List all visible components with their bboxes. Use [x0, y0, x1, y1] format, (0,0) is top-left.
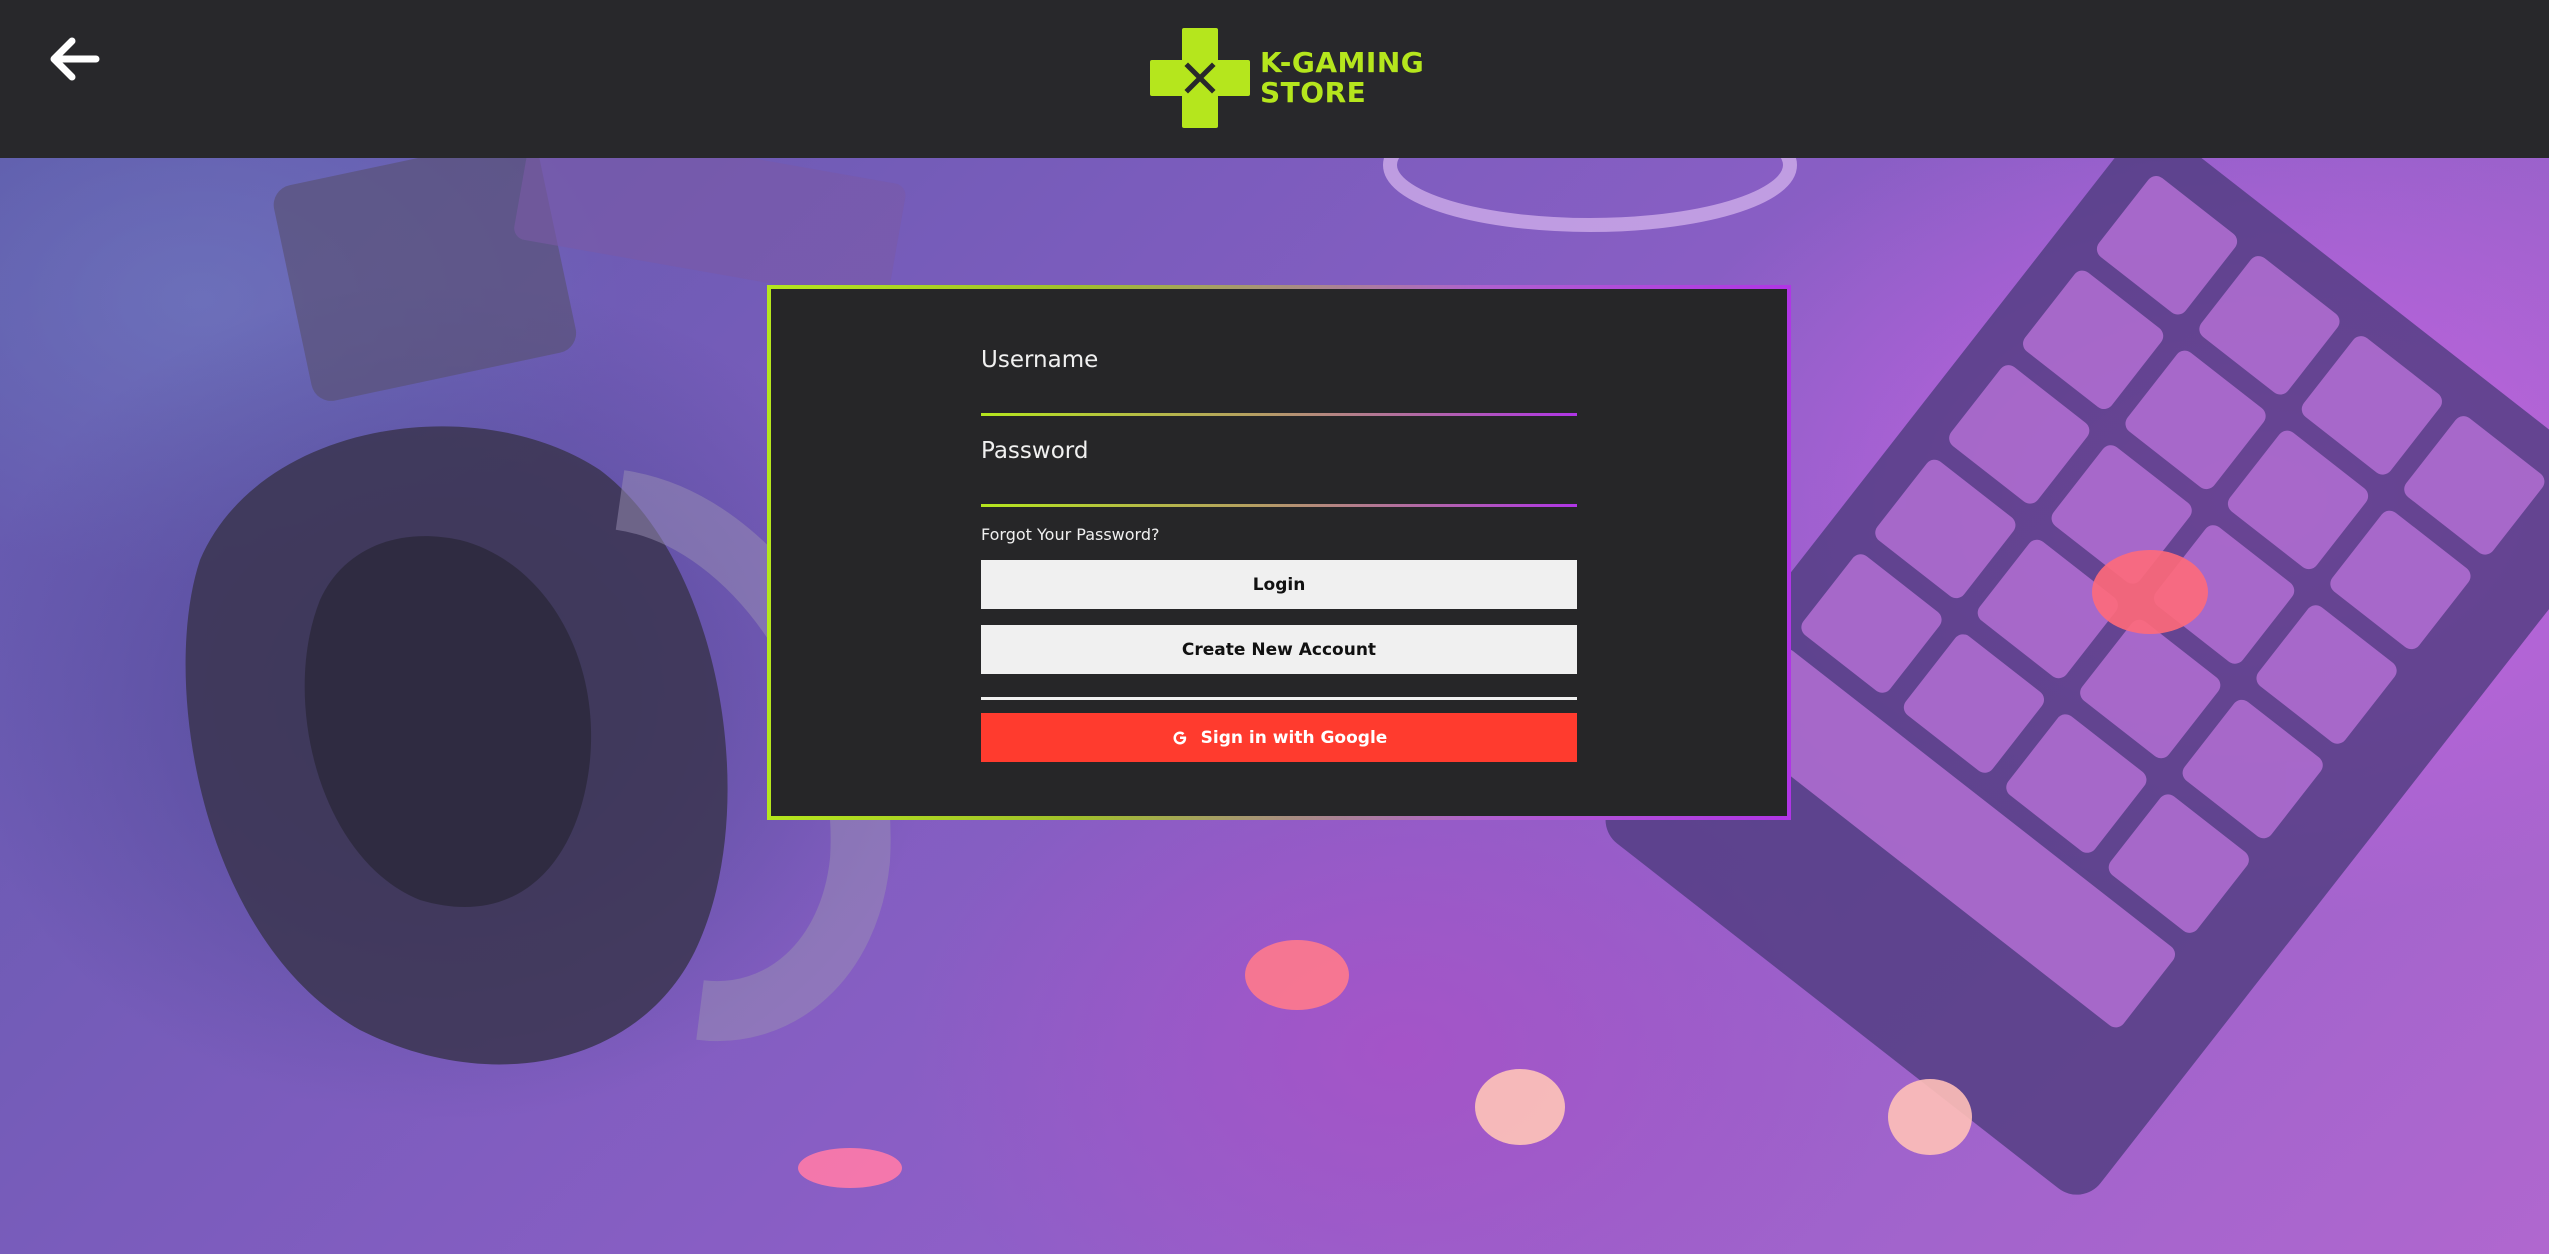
- username-input[interactable]: [981, 374, 1577, 408]
- logo-text: K-GAMING STORE: [1260, 48, 1424, 108]
- form-divider: [981, 697, 1577, 700]
- login-button[interactable]: Login: [981, 560, 1577, 609]
- back-arrow-icon[interactable]: [42, 28, 112, 90]
- logo-line-2: STORE: [1260, 76, 1367, 109]
- username-label: Username: [981, 347, 1099, 373]
- store-logo[interactable]: K-GAMING STORE: [1148, 26, 1424, 130]
- google-signin-label: Sign in with Google: [1200, 727, 1388, 748]
- password-underline: [981, 504, 1577, 507]
- login-card: Username Password Forgot Your Password? …: [771, 289, 1787, 816]
- username-underline: [981, 413, 1577, 416]
- login-card-border: Username Password Forgot Your Password? …: [767, 285, 1791, 820]
- google-g-icon: [1173, 731, 1186, 744]
- password-input[interactable]: [981, 465, 1577, 499]
- google-signin-button[interactable]: Sign in with Google: [981, 713, 1577, 762]
- logo-line-1: K-GAMING: [1260, 46, 1425, 79]
- top-header: K-GAMING STORE: [0, 0, 2549, 158]
- password-label: Password: [981, 438, 1089, 464]
- gamepad-cross-icon: [1150, 28, 1250, 128]
- create-account-button[interactable]: Create New Account: [981, 625, 1577, 674]
- forgot-password-link[interactable]: Forgot Your Password?: [981, 525, 1160, 544]
